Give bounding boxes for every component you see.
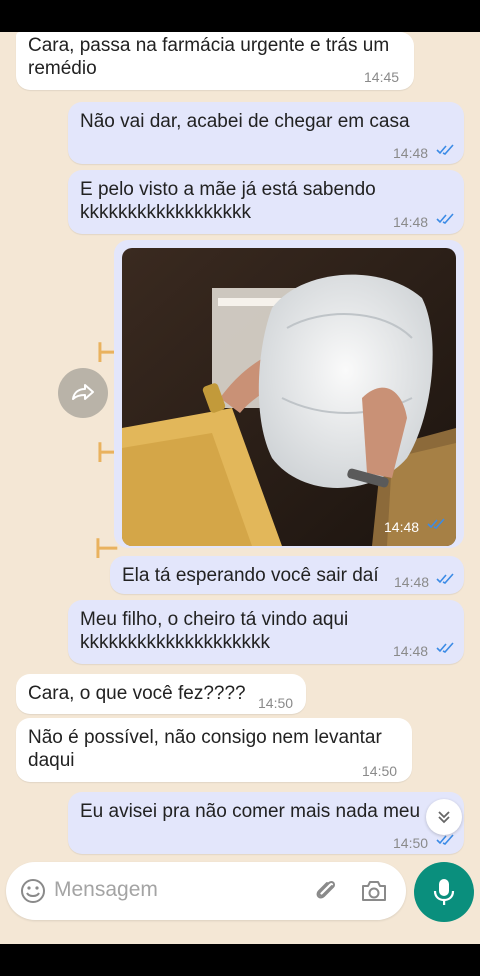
message-time: 14:48 bbox=[394, 574, 430, 590]
message-text: Não é possível, não consigo nem levantar bbox=[28, 727, 382, 748]
scroll-to-bottom-button[interactable] bbox=[426, 799, 462, 835]
message-time: 14:48 bbox=[393, 214, 429, 230]
message-text: Cara, passa na farmácia urgente e trás u… bbox=[28, 35, 390, 56]
message-image-outgoing[interactable]: 14:48 bbox=[114, 240, 464, 548]
double-check-icon bbox=[436, 213, 454, 224]
image-time: 14:48 bbox=[384, 519, 419, 535]
message-bubble-incoming[interactable]: Cara, o que você fez???? 14:50 bbox=[16, 674, 306, 714]
chevron-down-double-icon bbox=[438, 811, 450, 824]
message-text: E pelo visto a mãe já está sabendo bbox=[80, 179, 376, 200]
forward-button[interactable] bbox=[58, 368, 108, 418]
message-bubble-outgoing[interactable]: Meu filho, o cheiro tá vindo aqui kkkkkk… bbox=[68, 600, 464, 664]
double-check-icon bbox=[436, 642, 454, 653]
message-input[interactable]: Mensagem bbox=[6, 862, 406, 920]
double-check-icon bbox=[436, 573, 454, 584]
message-text: remédio bbox=[28, 58, 97, 79]
message-text: Meu filho, o cheiro tá vindo aqui bbox=[80, 609, 349, 630]
message-bubble-outgoing[interactable]: Ela tá esperando você sair daí 14:48 bbox=[110, 556, 464, 594]
mic-button[interactable] bbox=[414, 862, 474, 922]
composer-bar: Mensagem bbox=[0, 858, 480, 944]
emoji-icon[interactable] bbox=[20, 878, 46, 904]
attach-icon[interactable] bbox=[314, 878, 340, 904]
photo[interactable]: 14:48 bbox=[122, 248, 456, 546]
message-text: Cara, o que você fez???? bbox=[28, 683, 246, 704]
message-time: 14:50 bbox=[362, 763, 398, 779]
message-text: daqui bbox=[28, 750, 75, 771]
message-time: 14:45 bbox=[364, 69, 400, 85]
message-placeholder: Mensagem bbox=[54, 878, 158, 901]
message-text: Eu avisei pra não comer mais nada meu bbox=[80, 801, 421, 822]
message-time: 14:50 bbox=[393, 835, 429, 851]
message-text: Não vai dar, acabei de chegar em casa bbox=[80, 111, 410, 132]
mic-icon bbox=[433, 879, 455, 905]
message-bubble-outgoing[interactable]: Eu avisei pra não comer mais nada meu 14… bbox=[68, 792, 464, 854]
double-check-icon bbox=[436, 144, 454, 155]
photo-image: 14:48 bbox=[122, 248, 456, 546]
chat-screen: ⊢ ⊢ ⊢ Cara, passa na farmácia urgente e … bbox=[0, 32, 480, 944]
forward-icon bbox=[72, 384, 94, 400]
message-time: 14:48 bbox=[393, 643, 429, 659]
camera-icon[interactable] bbox=[360, 878, 388, 904]
message-bubble-incoming[interactable]: Não é possível, não consigo nem levantar… bbox=[16, 718, 412, 782]
message-bubble-incoming[interactable]: Cara, passa na farmácia urgente e trás u… bbox=[16, 32, 414, 90]
double-check-icon bbox=[436, 834, 454, 845]
message-time: 14:50 bbox=[258, 695, 294, 711]
message-time: 14:48 bbox=[393, 145, 429, 161]
message-bubble-outgoing[interactable]: E pelo visto a mãe já está sabendo kkkkk… bbox=[68, 170, 464, 234]
message-bubble-outgoing[interactable]: Não vai dar, acabei de chegar em casa 14… bbox=[68, 102, 464, 164]
